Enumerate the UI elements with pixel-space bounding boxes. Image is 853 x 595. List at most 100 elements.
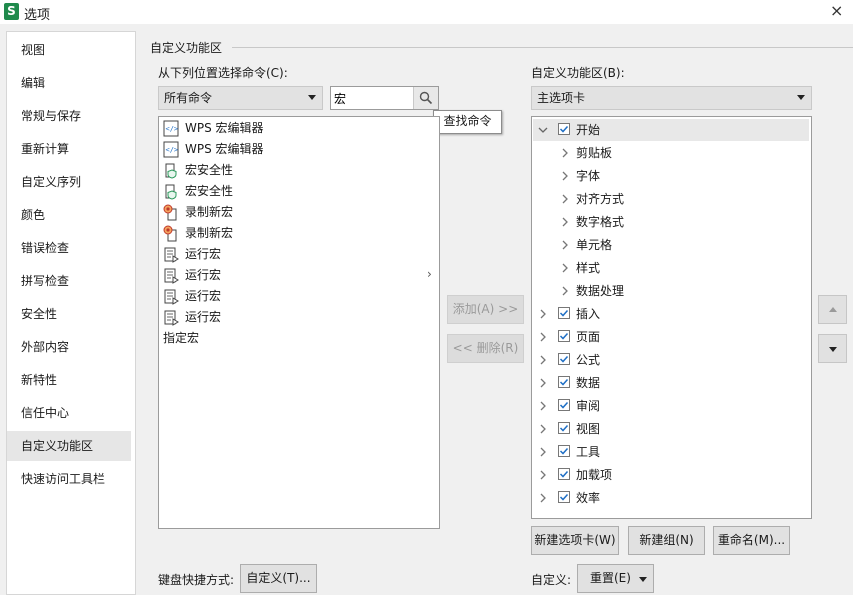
tree-child-clipboard[interactable]: 剪贴板: [559, 142, 799, 164]
chevron-right-icon[interactable]: [537, 418, 549, 440]
chevron-right-icon[interactable]: [537, 303, 549, 325]
chevron-right-icon[interactable]: [559, 188, 571, 210]
tree-child-cells[interactable]: 单元格: [559, 234, 799, 256]
tree-node-insert[interactable]: 插入: [537, 303, 807, 325]
chevron-right-icon[interactable]: [537, 395, 549, 417]
chevron-right-icon[interactable]: [537, 441, 549, 463]
tree-checkbox[interactable]: [558, 399, 570, 411]
ribbon-tree[interactable]: 开始 剪贴板 字体 对齐方式 数字格式 单元格 样式 数据处理 插入 页面 公式…: [531, 116, 812, 519]
tree-checkbox[interactable]: [558, 491, 570, 503]
sidebar-item-edit[interactable]: 编辑: [7, 68, 131, 98]
tree-node-tools[interactable]: 工具: [537, 441, 807, 463]
tree-node-review[interactable]: 审阅: [537, 395, 807, 417]
add-button[interactable]: 添加(A) >>: [447, 295, 524, 324]
tree-checkbox[interactable]: [558, 307, 570, 319]
list-item[interactable]: 运行宏 ›: [163, 265, 433, 286]
tree-child-alignment[interactable]: 对齐方式: [559, 188, 799, 210]
tree-checkbox[interactable]: [558, 468, 570, 480]
chevron-right-icon[interactable]: [537, 372, 549, 394]
list-item[interactable]: </> WPS 宏编辑器: [163, 139, 433, 160]
tree-node-page[interactable]: 页面: [537, 326, 807, 348]
move-down-button[interactable]: [818, 334, 847, 363]
list-item[interactable]: </> WPS 宏编辑器: [163, 118, 433, 139]
list-item[interactable]: 指定宏: [163, 328, 433, 349]
list-item[interactable]: 运行宏: [163, 244, 433, 265]
close-icon[interactable]: ×: [830, 1, 843, 20]
list-item[interactable]: 宏安全性: [163, 160, 433, 181]
chevron-right-icon[interactable]: [559, 142, 571, 164]
tree-child-data-processing[interactable]: 数据处理: [559, 280, 799, 302]
sidebar-item-view[interactable]: 视图: [7, 35, 131, 65]
tree-checkbox[interactable]: [558, 123, 570, 135]
sidebar-item-customize-ribbon[interactable]: 自定义功能区: [7, 431, 131, 461]
new-tab-button[interactable]: 新建选项卡(W): [531, 526, 619, 555]
arrow-down-icon: [829, 347, 837, 352]
chevron-right-icon[interactable]: [559, 280, 571, 302]
command-source-dropdown[interactable]: 所有命令: [158, 86, 323, 110]
sidebar-item-new-features[interactable]: 新特性: [7, 365, 131, 395]
customize-shortcuts-button[interactable]: 自定义(T)...: [240, 564, 317, 593]
chevron-right-icon[interactable]: [559, 165, 571, 187]
sidebar-item-trust-center[interactable]: 信任中心: [7, 398, 131, 428]
command-list[interactable]: </> WPS 宏编辑器 </> WPS 宏编辑器 宏安全性 宏安全性 录制新宏…: [158, 116, 440, 529]
search-button[interactable]: [413, 87, 438, 109]
tree-checkbox[interactable]: [558, 353, 570, 365]
chevron-right-icon[interactable]: [559, 234, 571, 256]
list-item[interactable]: 运行宏: [163, 307, 433, 328]
tree-node-label: 公式: [576, 353, 601, 367]
tree-node-home[interactable]: 开始: [537, 119, 807, 141]
reset-dropdown-button[interactable]: 重置(E): [577, 564, 654, 593]
sidebar-item-external-content[interactable]: 外部内容: [7, 332, 131, 362]
sidebar-item-spell-check[interactable]: 拼写检查: [7, 266, 131, 296]
chevron-right-icon[interactable]: [537, 487, 549, 509]
tree-child-styles[interactable]: 样式: [559, 257, 799, 279]
checkmark-icon: [559, 447, 569, 455]
run-macro-icon: [164, 310, 179, 326]
command-search-box[interactable]: [330, 86, 439, 110]
move-up-button[interactable]: [818, 295, 847, 324]
sidebar-item-custom-lists[interactable]: 自定义序列: [7, 167, 131, 197]
app-logo-icon: S: [4, 3, 19, 20]
sidebar-item-error-check[interactable]: 错误检查: [7, 233, 131, 263]
sidebar-item-recalculate[interactable]: 重新计算: [7, 134, 131, 164]
list-item[interactable]: 录制新宏: [163, 202, 433, 223]
tree-child-number-format[interactable]: 数字格式: [559, 211, 799, 233]
command-search-input[interactable]: [334, 89, 410, 107]
tree-node-label: 开始: [576, 123, 601, 137]
tree-node-efficiency[interactable]: 效率: [537, 487, 807, 509]
tree-node-label: 效率: [576, 491, 601, 505]
chevron-right-icon[interactable]: [537, 349, 549, 371]
sidebar-item-label: 编辑: [21, 76, 46, 90]
list-item[interactable]: 运行宏: [163, 286, 433, 307]
sidebar-item-label: 重新计算: [21, 142, 70, 156]
chevron-down-icon[interactable]: [537, 119, 549, 141]
tree-node-addins[interactable]: 加载项: [537, 464, 807, 486]
section-divider: [232, 47, 853, 48]
chevron-right-icon[interactable]: [537, 326, 549, 348]
sidebar-item-security[interactable]: 安全性: [7, 299, 131, 329]
tree-node-formulas[interactable]: 公式: [537, 349, 807, 371]
list-item[interactable]: 录制新宏: [163, 223, 433, 244]
list-item[interactable]: 宏安全性: [163, 181, 433, 202]
tree-node-data[interactable]: 数据: [537, 372, 807, 394]
sidebar-item-colors[interactable]: 颜色: [7, 200, 131, 230]
chevron-right-icon[interactable]: [537, 464, 549, 486]
tree-node-view[interactable]: 视图: [537, 418, 807, 440]
tree-checkbox[interactable]: [558, 376, 570, 388]
tree-checkbox[interactable]: [558, 330, 570, 342]
new-group-button[interactable]: 新建组(N): [628, 526, 705, 555]
chevron-right-icon[interactable]: [559, 211, 571, 233]
sidebar-item-general-save[interactable]: 常规与保存: [7, 101, 131, 131]
options-sidebar: 视图 编辑 常规与保存 重新计算 自定义序列 颜色 错误检查 拼写检查 安全性 …: [6, 31, 136, 595]
rename-button[interactable]: 重命名(M)...: [713, 526, 790, 555]
sidebar-item-quick-access-toolbar[interactable]: 快速访问工具栏: [7, 464, 131, 494]
command-label: WPS 宏编辑器: [185, 121, 264, 135]
ribbon-scope-dropdown[interactable]: 主选项卡: [531, 86, 812, 110]
chevron-right-icon[interactable]: [559, 257, 571, 279]
tree-checkbox[interactable]: [558, 445, 570, 457]
remove-button[interactable]: << 删除(R): [447, 334, 524, 363]
ribbon-scope-value: 主选项卡: [537, 91, 586, 105]
tree-child-font[interactable]: 字体: [559, 165, 799, 187]
tree-checkbox[interactable]: [558, 422, 570, 434]
tree-node-label: 工具: [576, 445, 601, 459]
